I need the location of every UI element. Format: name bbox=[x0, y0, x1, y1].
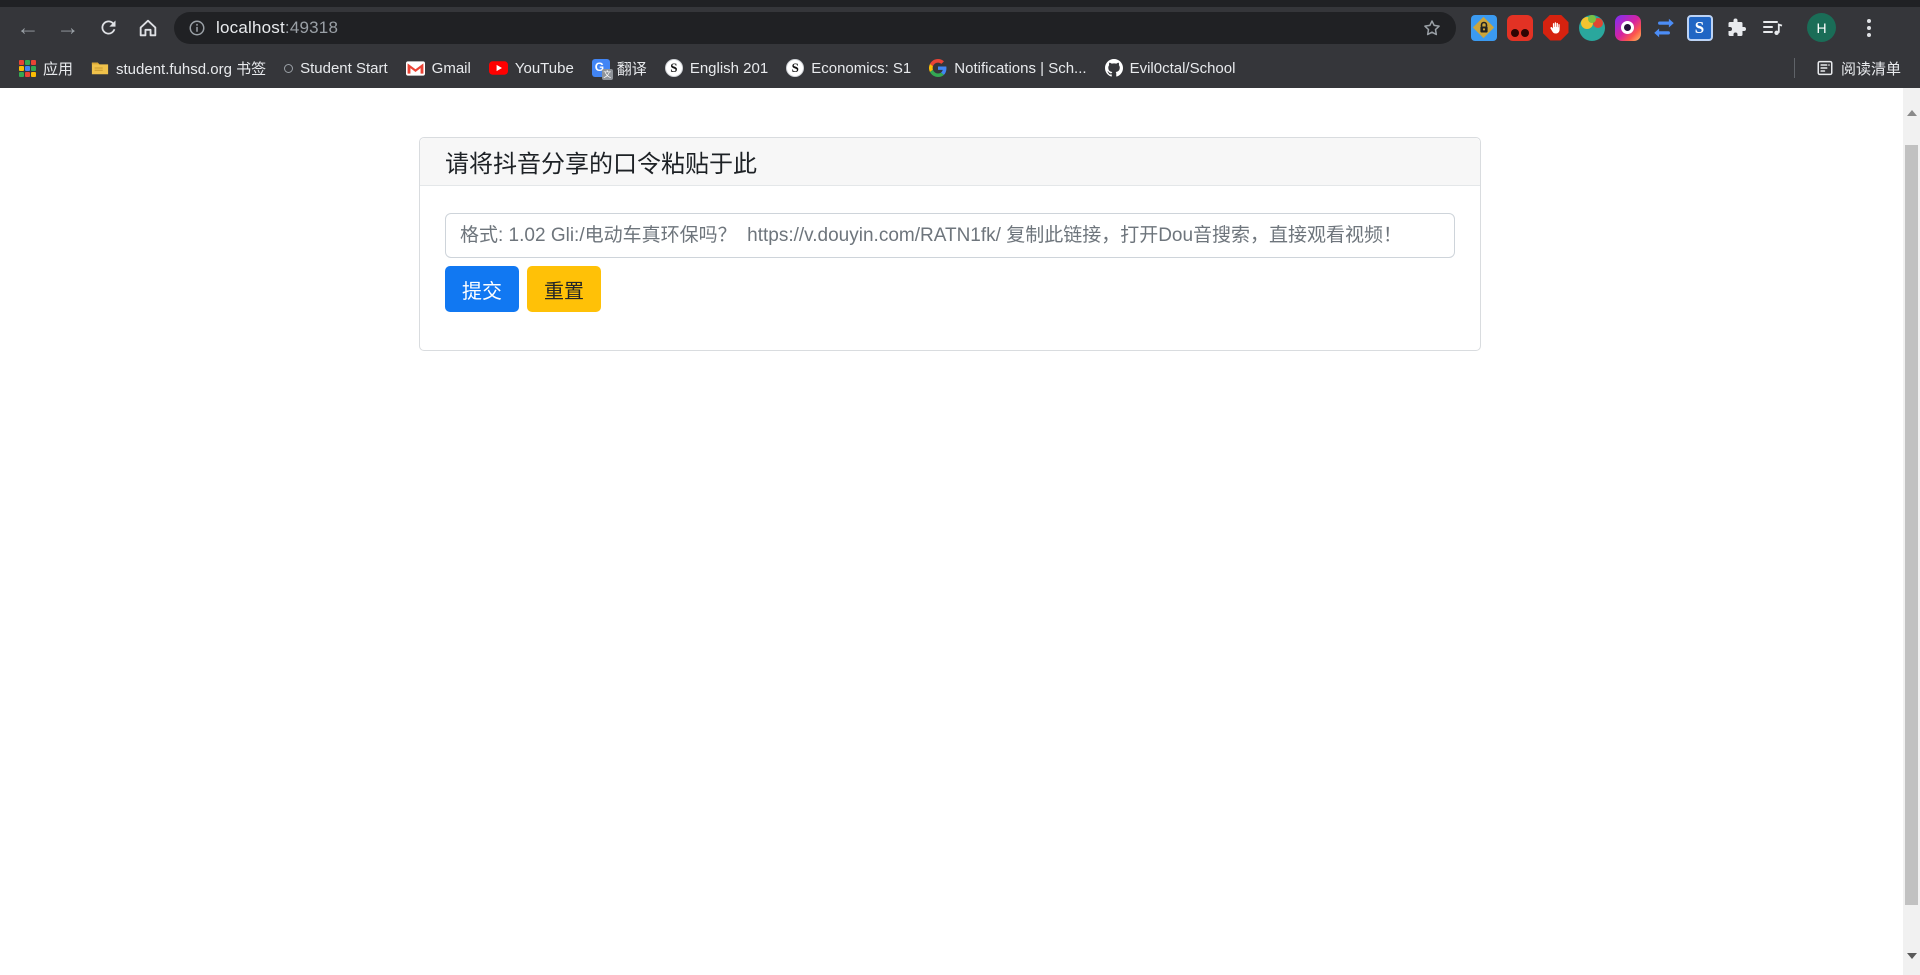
bookmark-star-button[interactable] bbox=[1422, 18, 1442, 38]
bookmark-label: Economics: S1 bbox=[811, 60, 911, 77]
github-icon bbox=[1105, 59, 1123, 77]
bookmark-label: Notifications | Sch... bbox=[954, 60, 1086, 77]
bookmark-apps[interactable]: 应用 bbox=[10, 54, 82, 82]
home-icon bbox=[137, 17, 159, 39]
bookmark-label: student.fuhsd.org 书签 bbox=[116, 58, 266, 79]
schoology-icon: S bbox=[665, 59, 683, 77]
translate-icon: G文 bbox=[592, 59, 610, 77]
fruit-bowl-bg bbox=[1579, 15, 1605, 41]
two-dots-bg bbox=[1507, 15, 1533, 41]
bookmark-translate[interactable]: G文 翻译 bbox=[583, 54, 656, 82]
lock-glyph-icon bbox=[1478, 21, 1490, 34]
reload-button[interactable] bbox=[88, 11, 128, 45]
bookmark-label: 翻译 bbox=[617, 58, 647, 79]
folder-icon bbox=[91, 60, 109, 76]
sync-arrows-extension-icon[interactable] bbox=[1650, 14, 1677, 41]
douyin-paste-card: 请将抖音分享的口令粘贴于此 提交 重置 bbox=[419, 137, 1481, 351]
card-title: 请将抖音分享的口令粘贴于此 bbox=[445, 144, 757, 179]
forward-arrow-icon: → bbox=[57, 16, 80, 39]
reset-button[interactable]: 重置 bbox=[527, 266, 601, 312]
back-arrow-icon: ← bbox=[17, 16, 40, 39]
bookmark-label: YouTube bbox=[515, 60, 574, 77]
bookmarks-bar: 应用 student.fuhsd.org 书签 Student Start Gm… bbox=[0, 48, 1920, 88]
lock-extension-icon[interactable] bbox=[1470, 14, 1497, 41]
forward-button[interactable]: → bbox=[48, 11, 88, 45]
scroll-up-icon bbox=[1907, 110, 1917, 116]
scrollbar-down-button[interactable] bbox=[1903, 943, 1920, 969]
divider bbox=[1794, 58, 1795, 78]
bookmark-notifications[interactable]: Notifications | Sch... bbox=[920, 54, 1095, 82]
reload-icon bbox=[98, 17, 119, 38]
scrollbar-thumb[interactable] bbox=[1905, 145, 1918, 905]
bookmark-label: 应用 bbox=[43, 58, 73, 79]
fruit-bowl-extension-icon[interactable] bbox=[1578, 14, 1605, 41]
schoology-icon: S bbox=[786, 59, 804, 77]
camera-extension-icon[interactable] bbox=[1614, 14, 1641, 41]
camera-lens bbox=[1621, 21, 1634, 34]
bookmark-github-school[interactable]: Evil0ctal/School bbox=[1096, 54, 1245, 82]
media-controls-glyph bbox=[1760, 16, 1784, 40]
url-host: localhost bbox=[216, 18, 285, 37]
home-button[interactable] bbox=[128, 11, 168, 45]
window-frame-strip bbox=[0, 0, 1920, 7]
extensions-row: S bbox=[1470, 14, 1785, 41]
sync-arrows-glyph bbox=[1651, 15, 1677, 41]
puzzle-glyph bbox=[1724, 16, 1748, 40]
reading-list-icon bbox=[1816, 59, 1834, 77]
page-scrollbar[interactable] bbox=[1903, 88, 1920, 975]
browser-menu-button[interactable] bbox=[1860, 19, 1878, 37]
gmail-icon bbox=[406, 61, 425, 76]
s-letter-extension-icon[interactable]: S bbox=[1686, 14, 1713, 41]
bookmark-folder-fuhsd[interactable]: student.fuhsd.org 书签 bbox=[82, 54, 275, 82]
hand-glyph-icon bbox=[1549, 21, 1562, 35]
share-code-input[interactable] bbox=[445, 213, 1455, 258]
bookmark-label: English 201 bbox=[690, 60, 768, 77]
youtube-icon bbox=[489, 61, 508, 75]
bookmark-label: Evil0ctal/School bbox=[1130, 60, 1236, 77]
lock-extension-bg bbox=[1471, 15, 1497, 41]
bookmark-gmail[interactable]: Gmail bbox=[397, 54, 480, 82]
reading-list-button[interactable]: 阅读清单 bbox=[1807, 54, 1910, 82]
bookmark-label: Student Start bbox=[300, 60, 388, 77]
address-bar[interactable]: localhost:49318 bbox=[174, 12, 1456, 44]
media-controls-icon[interactable] bbox=[1758, 14, 1785, 41]
browser-toolbar: ← → localhost:49318 bbox=[0, 7, 1920, 48]
submit-button[interactable]: 提交 bbox=[445, 266, 519, 312]
scrollbar-up-button[interactable] bbox=[1903, 100, 1920, 126]
scroll-down-icon bbox=[1907, 953, 1917, 959]
camera-bg bbox=[1615, 15, 1641, 41]
bookmarks-bar-right: 阅读清单 bbox=[1794, 54, 1910, 82]
card-body: 提交 重置 bbox=[420, 186, 1480, 350]
stop-octagon-bg bbox=[1543, 15, 1569, 41]
bookmark-economics-s1[interactable]: S Economics: S1 bbox=[777, 54, 920, 82]
profile-avatar[interactable]: H bbox=[1807, 13, 1836, 42]
page-content: 请将抖音分享的口令粘贴于此 提交 重置 bbox=[0, 88, 1920, 975]
google-icon bbox=[929, 59, 947, 77]
url-port: :49318 bbox=[285, 18, 338, 37]
puzzle-extensions-menu-icon[interactable] bbox=[1722, 14, 1749, 41]
two-dots-extension-icon[interactable] bbox=[1506, 14, 1533, 41]
page-info-icon[interactable] bbox=[188, 19, 206, 37]
bookmark-youtube[interactable]: YouTube bbox=[480, 54, 583, 82]
browser-window: ← → localhost:49318 bbox=[0, 0, 1920, 975]
back-button[interactable]: ← bbox=[8, 11, 48, 45]
bookmark-english-201[interactable]: S English 201 bbox=[656, 54, 777, 82]
url-text[interactable]: localhost:49318 bbox=[216, 18, 338, 38]
star-icon bbox=[1422, 18, 1442, 38]
bookmark-label: Gmail bbox=[432, 60, 471, 77]
button-row: 提交 重置 bbox=[445, 266, 1455, 312]
apps-grid-icon bbox=[19, 60, 36, 77]
s-letter-bg: S bbox=[1687, 15, 1713, 41]
bookmark-student-start[interactable]: Student Start bbox=[275, 54, 397, 82]
card-header: 请将抖音分享的口令粘贴于此 bbox=[420, 138, 1480, 186]
reading-list-label: 阅读清单 bbox=[1841, 58, 1901, 79]
generic-favicon bbox=[284, 64, 293, 73]
stop-hand-extension-icon[interactable] bbox=[1542, 14, 1569, 41]
